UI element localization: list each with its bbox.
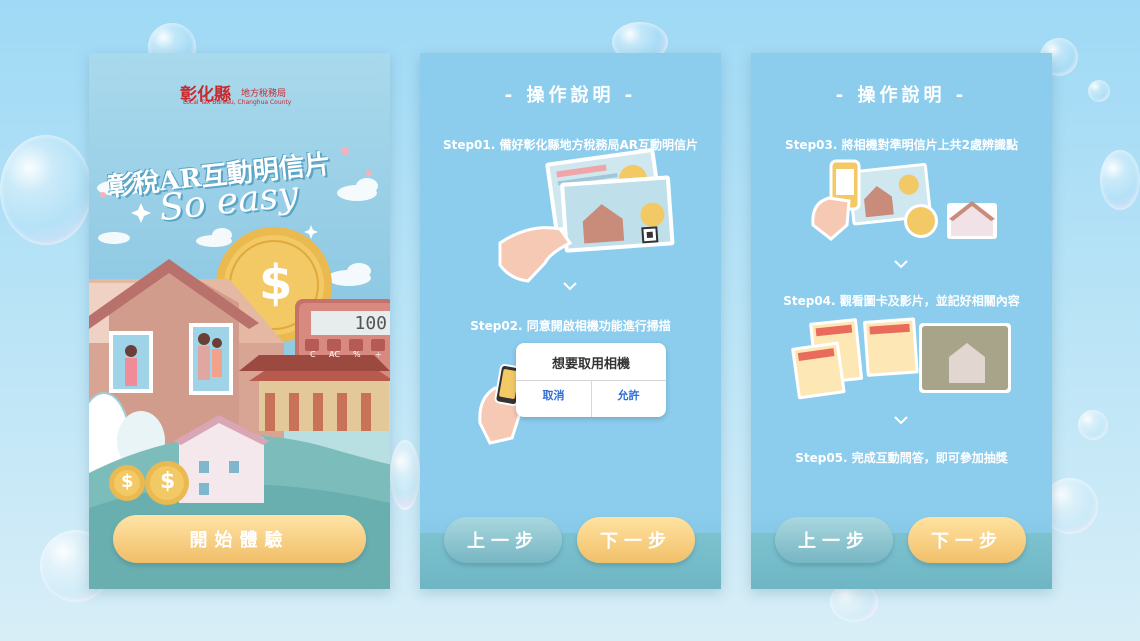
next-button[interactable]: 下一步	[577, 517, 695, 563]
coin-dollar-symbol: $	[259, 255, 293, 311]
bubble-decoration	[1100, 150, 1140, 210]
bubble-decoration	[390, 440, 420, 510]
calculator-key: %	[353, 350, 361, 359]
chevron-down-icon	[563, 282, 577, 291]
logo-subtitle: 地方稅務局	[241, 89, 287, 99]
calculator-key: AC	[329, 350, 340, 359]
calculator-key: C	[310, 350, 316, 359]
dialog-cancel-button[interactable]: 取消	[516, 387, 591, 403]
dialog-title: 想要取用相機	[551, 357, 630, 372]
step-04-text: Step04. 觀看圖卡及影片，並記好相關內容	[783, 294, 1020, 308]
hand-icon	[498, 226, 573, 283]
coin-dollar-symbol: $	[160, 469, 176, 494]
prev-button[interactable]: 上一步	[444, 517, 562, 563]
camera-permission-dialog: 想要取用相機 取消 允許	[516, 343, 666, 417]
welcome-screen: 彰化縣 地方稅務局 Local Tax Bureau, Changhua Cou…	[89, 53, 390, 589]
temple-illustration	[239, 355, 390, 431]
scan-illustration	[791, 159, 1011, 425]
prev-button[interactable]: 上一步	[775, 517, 893, 563]
dialog-allow-button[interactable]: 允許	[591, 387, 666, 403]
calculator-display: 100	[311, 311, 390, 335]
bubble-decoration	[1088, 80, 1110, 102]
step-05-text: Step05. 完成互動問答，即可參加抽獎	[795, 451, 1008, 465]
phone-hand-icon	[811, 159, 861, 241]
coin-dollar-symbol: $	[121, 471, 134, 492]
guide-screen-2: - 操作說明 - Step03. 將相機對準明信片上共2處辨識點 Step04.…	[751, 53, 1052, 589]
chevron-down-icon	[894, 416, 908, 425]
calculator-key: ÷	[375, 350, 382, 359]
chevron-down-icon	[894, 260, 908, 269]
step-02-text: Step02. 同意開啟相機功能進行掃描	[470, 319, 671, 333]
bubble-decoration	[1078, 410, 1108, 440]
logo-english: Local Tax Bureau, Changhua County	[183, 99, 292, 106]
coin-icon	[904, 204, 938, 238]
info-card-illustration	[791, 317, 1011, 400]
start-button[interactable]: 開始體驗	[113, 515, 366, 563]
guide-screen-1: - 操作說明 - Step01. 備好彰化縣地方稅務局AR互動明信片 Step0…	[420, 53, 721, 589]
next-button[interactable]: 下一步	[908, 517, 1026, 563]
house-illustration	[947, 201, 997, 239]
bubble-decoration	[0, 135, 92, 245]
